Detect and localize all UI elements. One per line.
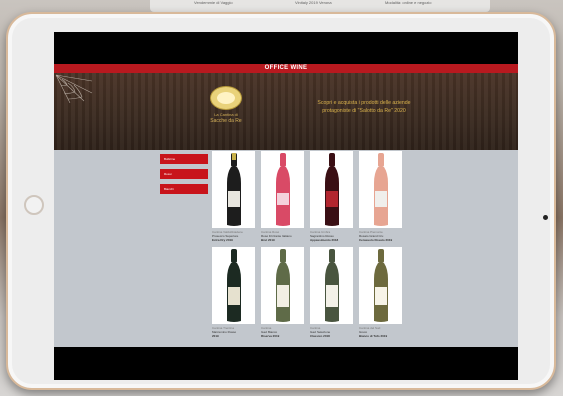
product-card[interactable]: Cantina Piemonte Rosato Grand Cru Cerasu… bbox=[359, 151, 402, 246]
product-image[interactable] bbox=[212, 151, 255, 228]
hero-headline: Scopri e acquista i prodotti delle azien… bbox=[317, 100, 411, 114]
product-caption: Cantina Gavi Selezione Classico 2018 bbox=[310, 326, 355, 338]
product-image[interactable] bbox=[359, 151, 402, 228]
product-image[interactable] bbox=[261, 151, 304, 228]
strip-text-2: Vinitaly 2019 Verona bbox=[295, 0, 332, 5]
product-vintage: Appassimento 2018 bbox=[310, 238, 339, 242]
product-image[interactable] bbox=[261, 247, 304, 324]
cobweb-icon bbox=[55, 74, 93, 103]
product-vintage: Extra Dry 2019 bbox=[212, 238, 233, 242]
product-vintage: Bianco di Tufo 2019 bbox=[359, 334, 388, 338]
bottle-icon bbox=[324, 249, 339, 322]
product-vintage: Brut 2019 bbox=[261, 238, 275, 242]
product-image[interactable] bbox=[359, 247, 402, 324]
winery-logo[interactable] bbox=[210, 86, 242, 110]
product-vintage: Cerasuolo Rosato 2019 bbox=[359, 238, 393, 242]
strip-text-3: Modalità: online e negozio bbox=[385, 0, 432, 5]
product-card[interactable]: Cantina Rosé Rosé Frizzante Italiano Bru… bbox=[261, 151, 304, 246]
home-button-icon[interactable] bbox=[24, 195, 44, 215]
strip-text-1: Vendemmie di Vaggio bbox=[194, 0, 233, 5]
logo-line-2: Sacche da Re bbox=[210, 118, 242, 124]
product-card[interactable]: Cantina Valdobbiadene Prosecco Superiore… bbox=[212, 151, 255, 246]
product-card[interactable]: Cantina Trentina Marzemino Rosso 2019 bbox=[212, 247, 255, 342]
product-caption: Cantina del Sud Greco Bianco di Tufo 201… bbox=[359, 326, 404, 338]
product-caption: Cantina Valdobbiadene Prosecco Superiore… bbox=[212, 230, 257, 242]
product-card[interactable]: Cantina Gavi Bianco Riserva 2019 bbox=[261, 247, 304, 342]
screen-bottom bbox=[54, 347, 518, 380]
top-banner: OFFICE WINE bbox=[54, 64, 518, 73]
hero-banner: La Cantina di Sacche da Re Scopri e acqu… bbox=[54, 73, 518, 150]
background-strip: Vendemmie di Vaggio Vinitaly 2019 Verona… bbox=[150, 0, 490, 12]
bottle-icon bbox=[373, 249, 388, 322]
product-image[interactable] bbox=[212, 247, 255, 324]
product-image[interactable] bbox=[310, 151, 353, 228]
product-vintage: 2019 bbox=[212, 334, 219, 338]
product-caption: Cantina Umbra Sagrantino Rosso Appassime… bbox=[310, 230, 355, 242]
product-caption: Cantina Rosé Rosé Frizzante Italiano Bru… bbox=[261, 230, 306, 242]
bottle-icon bbox=[226, 249, 241, 322]
sidebar-item-bianchi[interactable]: Bianchi bbox=[160, 184, 208, 194]
product-area: Bollicine Rossi Bianchi Cantina Valdobbi… bbox=[54, 150, 518, 347]
category-sidebar: Bollicine Rossi Bianchi bbox=[160, 154, 208, 199]
bottle-icon bbox=[226, 153, 241, 226]
product-card[interactable]: Cantina Umbra Sagrantino Rosso Appassime… bbox=[310, 151, 353, 246]
bottle-icon bbox=[275, 153, 290, 226]
product-image[interactable] bbox=[310, 247, 353, 324]
product-vintage: Classico 2018 bbox=[310, 334, 330, 338]
screen: OFFICE WINE La Cantina di Sacche da Re S… bbox=[54, 32, 518, 380]
product-caption: Cantina Piemonte Rosato Grand Cru Cerasu… bbox=[359, 230, 404, 242]
bottle-icon bbox=[275, 249, 290, 322]
sidebar-item-bollicine[interactable]: Bollicine bbox=[160, 154, 208, 164]
product-vintage: Riserva 2019 bbox=[261, 334, 280, 338]
bottle-icon bbox=[324, 153, 339, 226]
sidebar-item-rossi[interactable]: Rossi bbox=[160, 169, 208, 179]
bottle-icon bbox=[373, 153, 388, 226]
product-card[interactable]: Cantina Gavi Selezione Classico 2018 bbox=[310, 247, 353, 342]
logo-line-1: La Cantina di bbox=[214, 112, 238, 117]
product-card[interactable]: Cantina del Sud Greco Bianco di Tufo 201… bbox=[359, 247, 402, 342]
camera-icon bbox=[543, 215, 548, 220]
product-caption: Cantina Gavi Bianco Riserva 2019 bbox=[261, 326, 306, 338]
banner-label: OFFICE WINE bbox=[264, 65, 308, 71]
product-caption: Cantina Trentina Marzemino Rosso 2019 bbox=[212, 326, 257, 338]
